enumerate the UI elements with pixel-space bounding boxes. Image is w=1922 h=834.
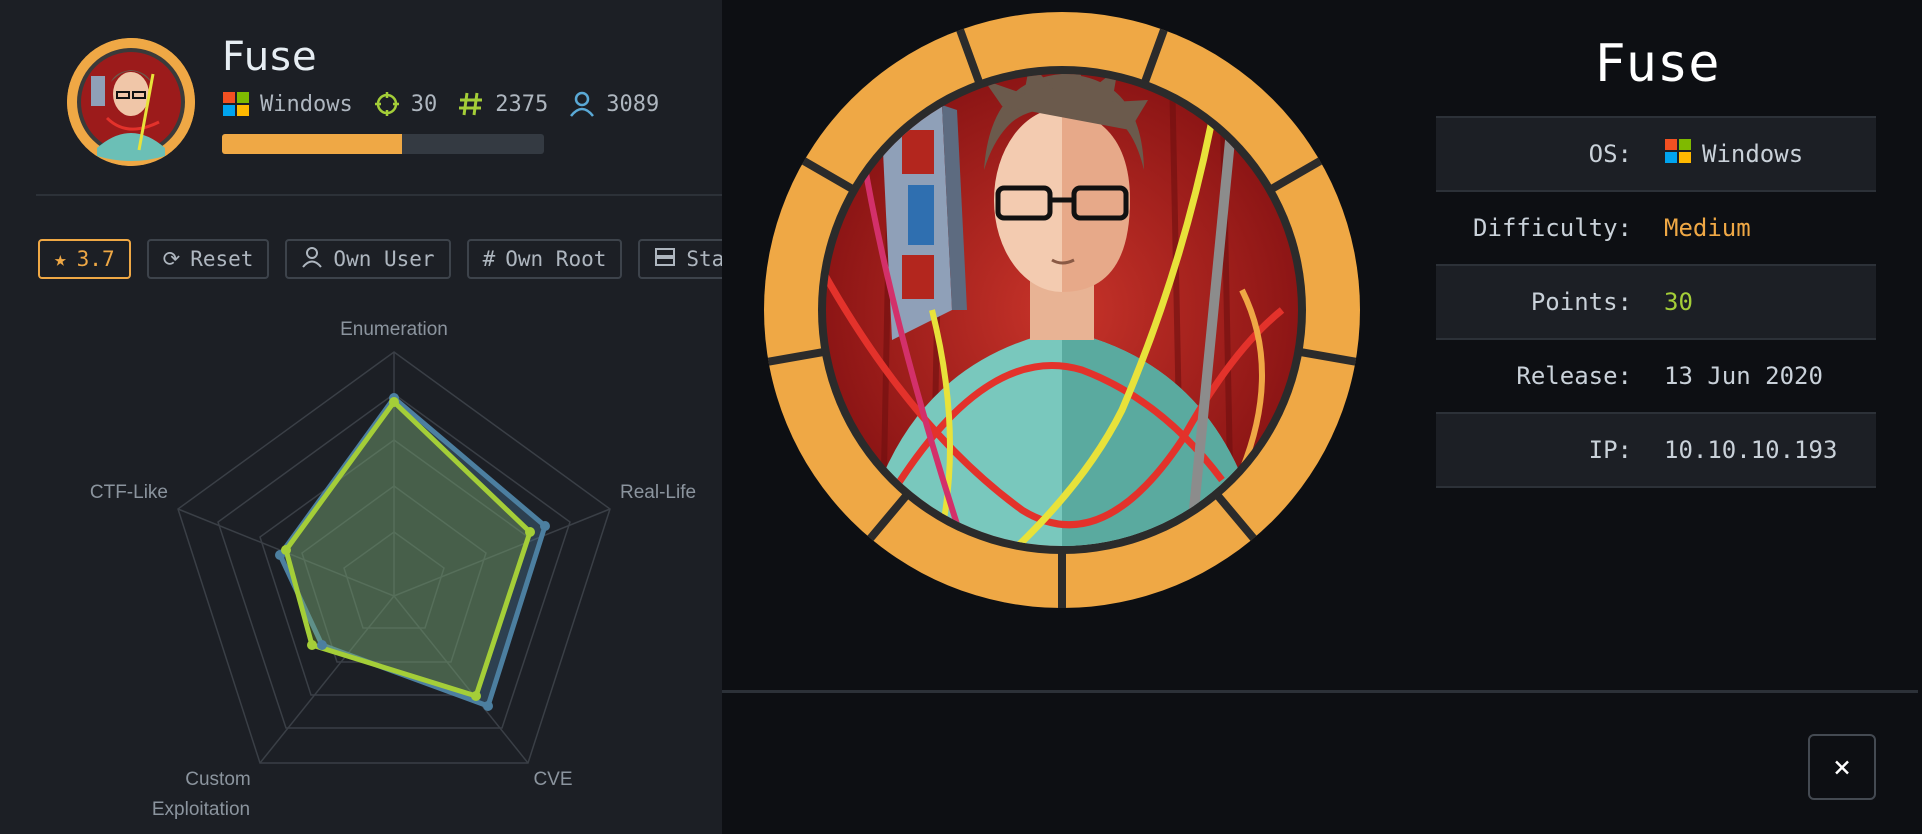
progress-fill	[222, 134, 403, 154]
rating-value: 3.7	[76, 247, 115, 271]
os-value: Windows	[1702, 140, 1804, 168]
info-row-difficulty: Difficulty: Medium	[1436, 190, 1876, 264]
rating-button[interactable]: ★ 3.7	[38, 239, 131, 279]
star-icon: ★	[54, 247, 67, 271]
radar-label-exploitation: Exploitation	[152, 799, 250, 820]
radar-chart: Enumeration Real-Life CVE Custom Exploit…	[90, 319, 696, 820]
info-row-os: OS: Windows	[1436, 116, 1876, 190]
radar-label-enumeration: Enumeration	[340, 319, 448, 340]
progress-bar	[222, 134, 544, 154]
os-name: Windows	[260, 91, 353, 117]
machine-info-table: OS: Windows Difficulty: Medium Points: 3…	[1436, 116, 1876, 488]
difficulty-label: Difficulty:	[1473, 214, 1632, 242]
release-label: Release:	[1516, 362, 1632, 390]
close-button[interactable]: ×	[1808, 734, 1876, 800]
windows-icon	[222, 90, 250, 118]
status-button[interactable]: Status	[638, 239, 722, 279]
own-root-button[interactable]: # Own Root	[466, 239, 623, 279]
points-label: Points:	[1530, 288, 1632, 316]
reset-label: Reset	[190, 247, 254, 271]
os-value-wrap: Windows	[1664, 137, 1803, 171]
radar-label-ctf-like: CTF-Like	[90, 482, 168, 503]
divider	[36, 194, 722, 196]
machine-avatar	[67, 38, 195, 166]
machine-title: Fuse	[222, 34, 318, 80]
ip-value[interactable]: 10.10.10.193	[1664, 436, 1837, 464]
refresh-icon: ⟳	[162, 247, 181, 271]
ip-label: IP:	[1588, 436, 1632, 464]
info-row-points: Points: 30	[1436, 264, 1876, 338]
users-count: 3089	[606, 91, 660, 117]
own-user-button[interactable]: Own User	[285, 239, 451, 279]
user-outline-icon	[301, 246, 323, 273]
difficulty-value: Medium	[1664, 214, 1751, 242]
action-buttons: ★ 3.7 ⟳ Reset Own User # Own Root Status	[38, 239, 722, 279]
owns-count: 2375	[495, 91, 549, 117]
radar-label-cve: CVE	[533, 769, 572, 790]
radar-label-custom: Custom	[185, 769, 250, 790]
info-row-ip: IP: 10.10.10.193	[1436, 412, 1876, 488]
status-label: Status	[686, 247, 722, 271]
server-icon	[654, 246, 676, 273]
windows-logo-icon	[1664, 137, 1692, 171]
points-value: 30	[1664, 288, 1693, 316]
release-value: 13 Jun 2020	[1664, 362, 1823, 390]
radar-label-real-life: Real-Life	[620, 482, 696, 503]
os-label: OS:	[1588, 140, 1632, 168]
machine-avatar-art	[67, 38, 195, 166]
hash-icon	[457, 90, 485, 118]
machine-panel: Fuse Windows 30 2375 3089 ★ 3.7 ⟳ Reset	[0, 0, 722, 834]
hash-outline-icon: #	[482, 247, 496, 271]
points-count: 30	[410, 91, 438, 117]
reset-button[interactable]: ⟳ Reset	[146, 239, 270, 279]
info-row-release: Release: 13 Jun 2020	[1436, 338, 1876, 412]
machine-hero-image	[762, 10, 1362, 610]
modal-title: Fuse	[1594, 34, 1720, 94]
modal-divider	[722, 690, 1918, 693]
machine-stats: Windows 30 2375 3089	[222, 90, 669, 118]
own-root-label: Own Root	[505, 247, 607, 271]
own-user-label: Own User	[333, 247, 435, 271]
close-icon: ×	[1832, 749, 1852, 785]
user-icon	[568, 90, 596, 118]
crosshair-icon	[373, 90, 401, 118]
